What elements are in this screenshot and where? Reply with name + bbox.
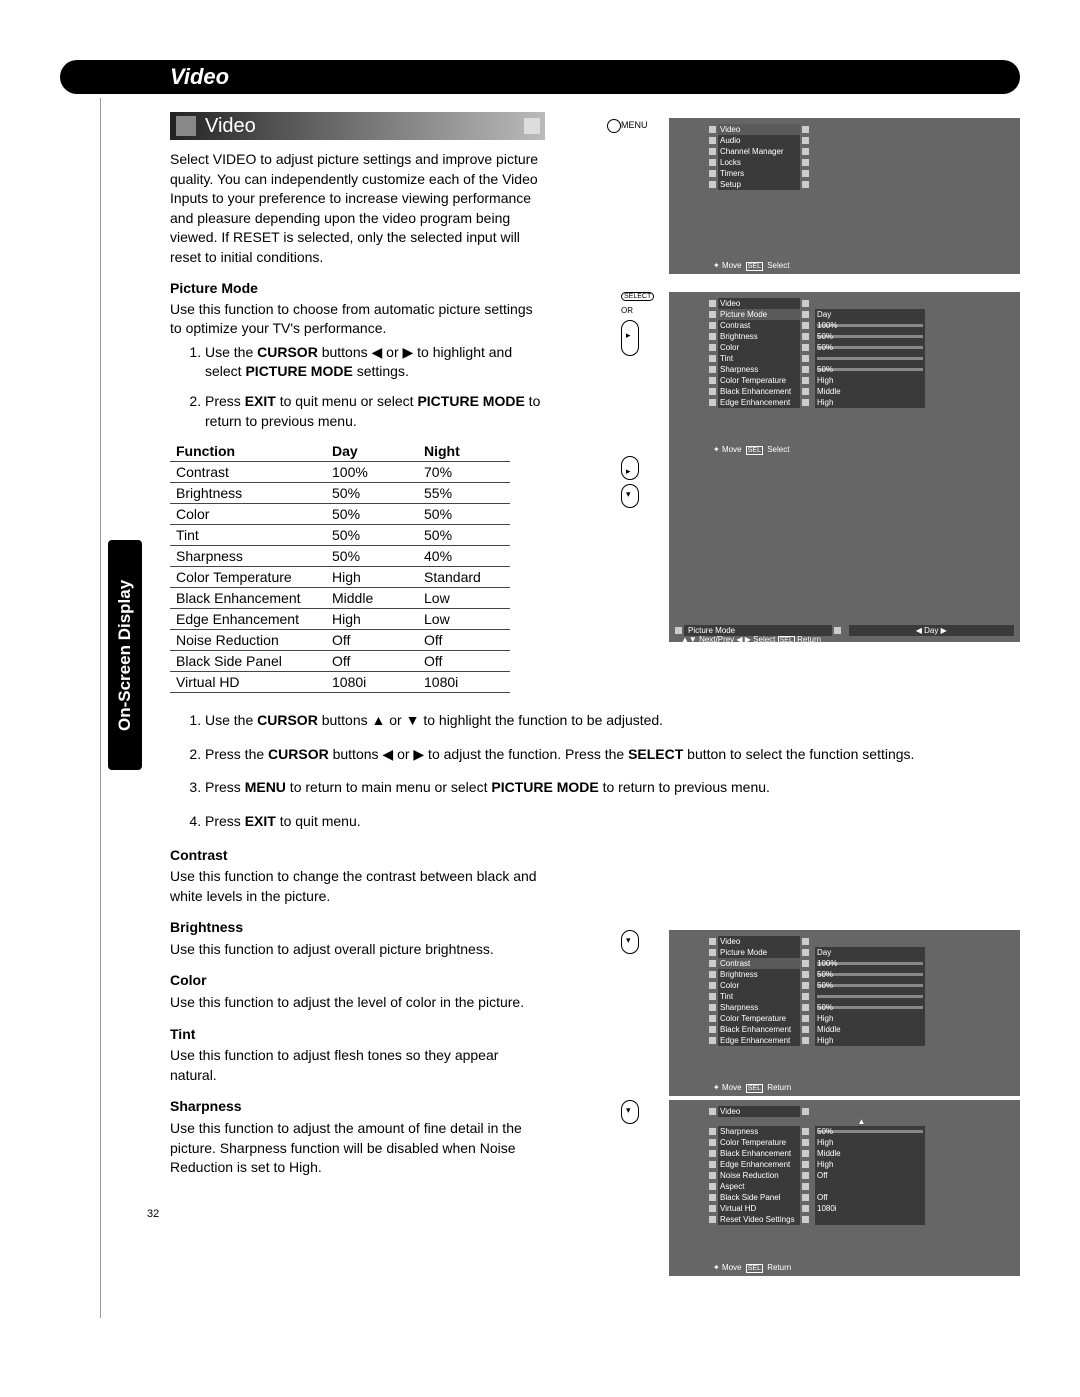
- osd-setting-row: Brightness50%: [709, 331, 1014, 342]
- remote-down-button-3: [621, 1100, 639, 1126]
- osd-setting-row: Noise ReductionOff: [709, 1170, 1014, 1181]
- function-table: Function Day Night Contrast100%70%Bright…: [170, 441, 510, 693]
- def-contrast: Contrast Use this function to change the…: [170, 846, 540, 907]
- osd5-nav-hint: ✦ Move SEL Return: [713, 1263, 791, 1272]
- pm-step-1: Use the CURSOR buttons ◀ or ▶ to highlig…: [205, 343, 545, 382]
- adj-step-4: Press EXIT to quit menu.: [205, 812, 995, 832]
- osd3-hint: ▲▼ Next/Prev ◀ ▶ Select SEL Return: [681, 635, 821, 644]
- osd-setting-row: Black EnhancementMiddle: [709, 386, 1014, 397]
- table-row: Brightness50%55%: [170, 483, 510, 504]
- table-row: Sharpness50%40%: [170, 546, 510, 567]
- def-brightness: Brightness Use this function to adjust o…: [170, 918, 540, 959]
- osd-menu-item: Video: [709, 124, 809, 135]
- table-row: Black EnhancementMiddleLow: [170, 588, 510, 609]
- section-side-tab: On-Screen Display: [108, 540, 142, 770]
- osd-setting-row: Contrast100%: [709, 320, 1014, 331]
- page-number: 32: [147, 1208, 159, 1220]
- osd3-day-value: ◀ Day ▶: [849, 625, 1015, 636]
- table-row: Contrast100%70%: [170, 462, 510, 483]
- osd-setting-row: Black EnhancementMiddle: [709, 1024, 1014, 1035]
- table-row: Black Side PanelOffOff: [170, 651, 510, 672]
- osd4-nav-hint: ✦ Move SEL Return: [713, 1083, 791, 1092]
- intro-text: Select VIDEO to adjust picture settings …: [170, 150, 540, 268]
- osd-setting-row: Black EnhancementMiddle: [709, 1148, 1014, 1159]
- osd-setting-row: Sharpness50%: [709, 1126, 1014, 1137]
- osd-menu-item: Timers: [709, 168, 809, 179]
- table-row: Virtual HD1080i1080i: [170, 672, 510, 693]
- table-row: Edge EnhancementHighLow: [170, 609, 510, 630]
- osd-setting-row: Edge EnhancementHigh: [709, 1035, 1014, 1046]
- osd-setting-row: Contrast100%: [709, 958, 1014, 969]
- osd-video-menu: SELECT OR Video Picture ModeDayContrast1…: [669, 292, 1020, 458]
- osd-setting-row: Color TemperatureHigh: [709, 375, 1014, 386]
- osd-setting-row: Edge EnhancementHigh: [709, 397, 1014, 408]
- osd-picture-mode-select: Picture Mode ◀ Day ▶ ▲▼ Next/Prev ◀ ▶ Se…: [669, 456, 1020, 642]
- remote-down-button: [621, 484, 639, 510]
- osd-setting-row: Black Side PanelOff: [709, 1192, 1014, 1203]
- osd-setting-row: Virtual HD1080i: [709, 1203, 1014, 1214]
- page-header-bar: Video: [60, 60, 1020, 94]
- osd2-nav-hint: ✦ Move SEL Select: [713, 445, 789, 454]
- def-sharpness: Sharpness Use this function to adjust th…: [170, 1097, 540, 1177]
- osd-main-menu: MENU VideoAudioChannel ManagerLocksTimer…: [669, 118, 1020, 274]
- osd-setting-row: Reset Video Settings: [709, 1214, 1014, 1225]
- osd-menu-item: Audio: [709, 135, 809, 146]
- table-row: Noise ReductionOffOff: [170, 630, 510, 651]
- osd-menu-item: Locks: [709, 157, 809, 168]
- remote-right-button-2: [621, 456, 639, 482]
- remote-or-label: OR: [621, 306, 633, 315]
- osd-setting-row: Brightness50%: [709, 969, 1014, 980]
- adj-step-1: Use the CURSOR buttons ▲ or ▼ to highlig…: [205, 711, 995, 731]
- osd-menu-item: Channel Manager: [709, 146, 809, 157]
- osd-setting-row: Tint: [709, 353, 1014, 364]
- osd-setting-row: Aspect: [709, 1181, 1014, 1192]
- osd-video-menu-2: Video Picture ModeDayContrast100%Brightn…: [669, 930, 1020, 1096]
- page-title: Video: [170, 64, 229, 89]
- vertical-divider: [100, 98, 101, 1318]
- osd-setting-row: Color50%: [709, 342, 1014, 353]
- osd-setting-row: Sharpness50%: [709, 364, 1014, 375]
- picture-mode-steps: Use the CURSOR buttons ◀ or ▶ to highlig…: [170, 343, 545, 431]
- pm-step-2: Press EXIT to quit menu or select PICTUR…: [205, 392, 545, 431]
- osd-setting-row: Edge EnhancementHigh: [709, 1159, 1014, 1170]
- adj-step-2: Press the CURSOR buttons ◀ or ▶ to adjus…: [205, 745, 995, 765]
- def-color: Color Use this function to adjust the le…: [170, 971, 540, 1012]
- osd-setting-row: Picture ModeDay: [709, 947, 1014, 958]
- th-function: Function: [170, 441, 326, 462]
- remote-menu-label: MENU: [621, 120, 648, 130]
- osd-setting-row: Color50%: [709, 980, 1014, 991]
- remote-down-button-2: [621, 930, 639, 956]
- table-row: Color50%50%: [170, 504, 510, 525]
- picture-mode-desc: Use this function to choose from automat…: [170, 300, 540, 339]
- osd-video-menu-3: Video ▲ Sharpness50%Color TemperatureHig…: [669, 1100, 1020, 1276]
- video-subheader: Video: [170, 112, 545, 140]
- th-night: Night: [418, 441, 510, 462]
- table-header-row: Function Day Night: [170, 441, 510, 462]
- video-subheader-text: Video: [205, 115, 256, 137]
- adj-step-3: Press MENU to return to main menu or sel…: [205, 778, 995, 798]
- th-day: Day: [326, 441, 418, 462]
- section-side-label: On-Screen Display: [115, 579, 135, 730]
- osd-setting-row: Color TemperatureHigh: [709, 1013, 1014, 1024]
- osd-setting-row: Tint: [709, 991, 1014, 1002]
- osd-setting-row: Color TemperatureHigh: [709, 1137, 1014, 1148]
- osd-setting-row: Sharpness50%: [709, 1002, 1014, 1013]
- osd-menu-item: Setup: [709, 179, 809, 190]
- table-row: Color TemperatureHighStandard: [170, 567, 510, 588]
- def-tint: Tint Use this function to adjust flesh t…: [170, 1025, 540, 1086]
- osd-setting-row: Picture ModeDay: [709, 309, 1014, 320]
- adjust-steps: Use the CURSOR buttons ▲ or ▼ to highlig…: [170, 711, 995, 831]
- remote-right-button: [621, 320, 639, 358]
- remote-select-label: SELECT: [621, 292, 654, 301]
- osd1-nav-hint: ✦ Move SEL Select: [713, 261, 789, 270]
- table-row: Tint50%50%: [170, 525, 510, 546]
